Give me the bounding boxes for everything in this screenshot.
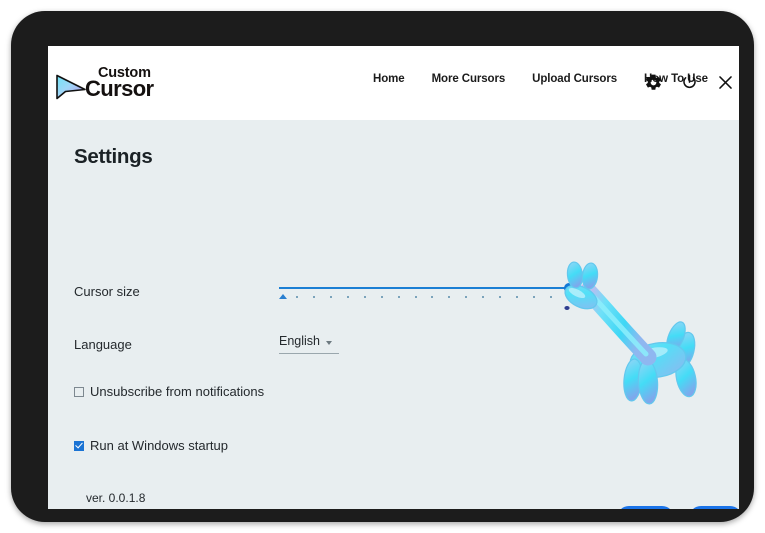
balloon-dog-cursor-graphic xyxy=(564,261,697,405)
nav-link-more-cursors[interactable]: More Cursors xyxy=(432,73,506,85)
brand-logo[interactable]: Custom Cursor xyxy=(55,63,175,107)
version-text: ver. 0.0.1.8 xyxy=(86,491,146,505)
slider-tick xyxy=(448,296,451,298)
slider-tick xyxy=(533,296,536,298)
slider-thumb[interactable] xyxy=(564,283,574,293)
slider-tick xyxy=(482,296,485,298)
gear-icon[interactable] xyxy=(644,73,663,92)
slider-track[interactable] xyxy=(279,287,567,289)
slider-tick xyxy=(346,296,349,298)
header-actions xyxy=(644,73,735,92)
slider-tick xyxy=(550,296,553,298)
chevron-down-icon xyxy=(326,341,332,345)
footer-buttons: Apply Back xyxy=(617,506,739,509)
brand-text-bottom: Cursor xyxy=(85,76,154,101)
app-header: Custom Cursor Home More Cursors Upload C… xyxy=(48,46,739,120)
app-window: Custom Cursor Home More Cursors Upload C… xyxy=(48,46,739,509)
language-dropdown[interactable]: English xyxy=(279,333,339,354)
cursor-size-label: Cursor size xyxy=(74,284,140,299)
page-title: Settings xyxy=(74,145,153,168)
close-icon[interactable] xyxy=(716,73,735,92)
device-bezel: Custom Cursor Home More Cursors Upload C… xyxy=(11,11,754,522)
brand-wordmark: Custom Cursor xyxy=(85,65,180,107)
slider-tick xyxy=(465,296,468,298)
slider-tick xyxy=(499,296,502,298)
slider-start-marker-icon xyxy=(279,294,287,299)
slider-tick xyxy=(431,296,434,298)
back-button[interactable]: Back xyxy=(688,506,739,509)
slider-tick xyxy=(414,296,417,298)
unsubscribe-label: Unsubscribe from notifications xyxy=(90,384,265,399)
language-label: Language xyxy=(74,337,132,352)
startup-checkbox-row[interactable]: Run at Windows startup xyxy=(74,438,228,453)
slider-tick xyxy=(397,296,400,298)
slider-tick xyxy=(295,296,298,298)
slider-tick xyxy=(363,296,366,298)
unsubscribe-checkbox[interactable] xyxy=(74,386,84,397)
settings-panel: Settings Cursor size Language English Un… xyxy=(48,120,739,509)
cursor-size-slider[interactable] xyxy=(279,283,574,305)
startup-label: Run at Windows startup xyxy=(90,438,229,453)
slider-tick xyxy=(329,296,332,298)
cursor-arrow-icon xyxy=(56,74,86,100)
language-selected-value: English xyxy=(279,334,320,348)
nav-link-upload-cursors[interactable]: Upload Cursors xyxy=(532,73,617,85)
slider-tick xyxy=(516,296,519,298)
apply-button[interactable]: Apply xyxy=(617,506,674,509)
power-icon[interactable] xyxy=(680,73,699,92)
nav-link-home[interactable]: Home xyxy=(373,73,405,85)
slider-tick xyxy=(312,296,315,298)
startup-checkbox[interactable] xyxy=(74,440,84,451)
unsubscribe-checkbox-row[interactable]: Unsubscribe from notifications xyxy=(74,384,264,399)
slider-tick xyxy=(380,296,383,298)
